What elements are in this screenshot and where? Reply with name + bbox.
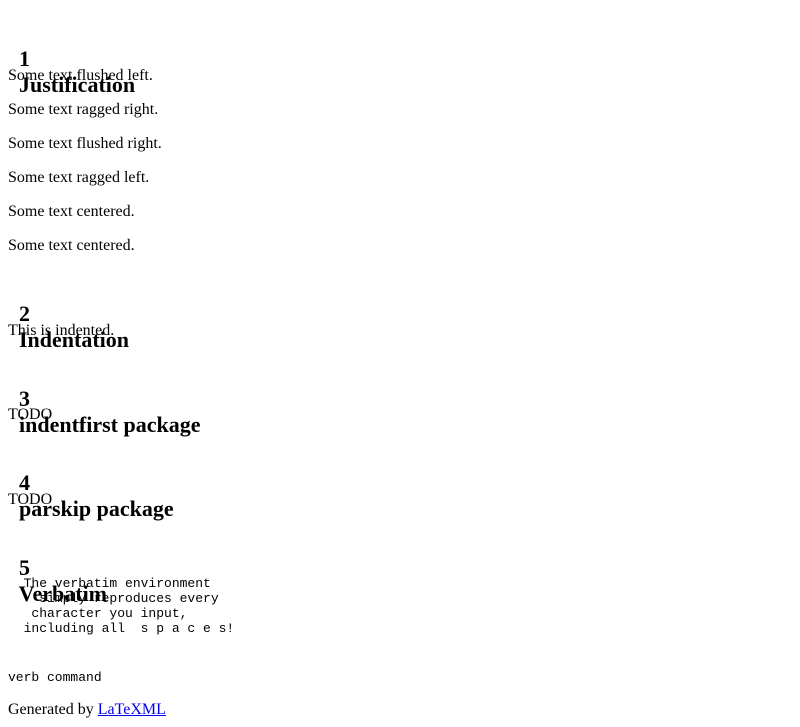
verbatim-line-4: including all s p a c e s! bbox=[8, 621, 235, 636]
verbatim-line-1: The verbatim environment bbox=[8, 576, 211, 591]
latexml-link[interactable]: LaTeXML bbox=[98, 701, 166, 718]
verbatim-line-2: simply reproduces every bbox=[8, 591, 219, 606]
section-2-heading: 2 Indentation bbox=[8, 275, 129, 353]
verbatim-line-3: character you input, bbox=[8, 606, 188, 621]
justification-line-1: Some text flushed left. bbox=[8, 67, 153, 84]
indented-paragraph: This is indented. bbox=[8, 322, 115, 339]
verb-command-text: verb command bbox=[8, 670, 102, 685]
footer: Generated by LaTeXML bbox=[8, 701, 166, 719]
justification-line-4: Some text ragged left. bbox=[8, 169, 150, 186]
section-4-heading: 4 parskip package bbox=[8, 444, 174, 522]
footer-prefix: Generated by bbox=[8, 701, 98, 718]
parskip-text: TODO bbox=[8, 491, 53, 508]
justification-line-3: Some text flushed right. bbox=[8, 135, 162, 152]
justification-line-5: Some text centered. bbox=[8, 203, 135, 220]
section-1-heading: 1 Justification bbox=[8, 20, 135, 98]
justification-line-2: Some text ragged right. bbox=[8, 101, 159, 118]
indentfirst-text: TODO bbox=[8, 406, 53, 423]
justification-line-6: Some text centered. bbox=[8, 237, 135, 254]
section-3-heading: 3 indentfirst package bbox=[8, 360, 201, 438]
